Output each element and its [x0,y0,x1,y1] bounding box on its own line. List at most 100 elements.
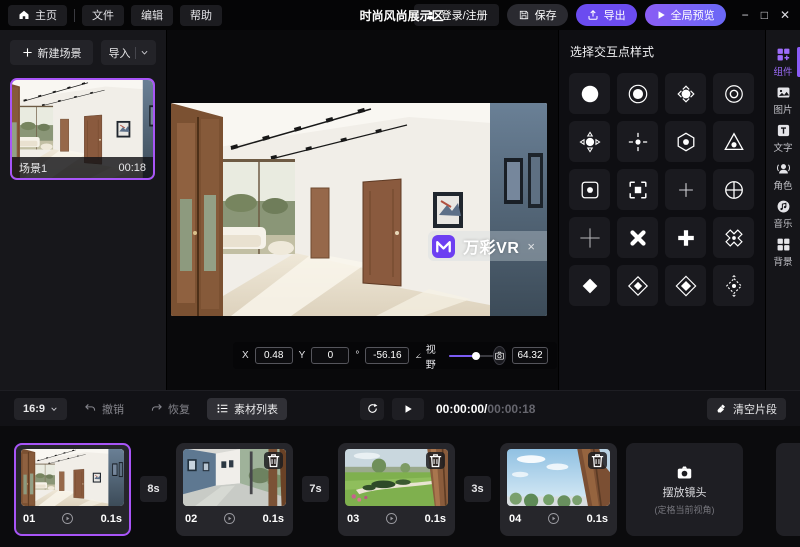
style-option-diamond-nested-large[interactable] [665,265,706,306]
clip-duration: 0.1s [587,513,608,525]
scene-panel: 新建场景 导入 场景1 00:18 [0,30,167,390]
clip-01[interactable]: 01 0.1s [14,443,131,536]
redo-icon [150,402,163,415]
new-scene-button[interactable]: 新建场景 [10,40,93,65]
trash-icon [426,452,445,469]
menu-home[interactable]: 主页 [8,5,67,26]
style-option-x-outline-dot[interactable] [713,217,754,258]
vr-preview-image [171,103,547,316]
sidebar-item-character[interactable]: 角色 [766,157,800,195]
menu-help[interactable]: 帮助 [180,5,222,26]
sidebar-item-components[interactable]: 组件 [766,43,800,81]
clip-id: 02 [185,513,197,525]
sidebar-item-music[interactable]: 音乐 [766,195,800,233]
clip-02[interactable]: 02 0.1s [176,443,293,536]
x-bold-icon [627,227,649,249]
window-controls: − □ ✕ [742,8,790,22]
style-option-dot-filled[interactable] [569,73,610,114]
gap-duration-2[interactable]: 7s [302,476,329,502]
sidebar-item-text[interactable]: 文字 [766,119,800,157]
place-camera-button[interactable]: 摆放镜头 (定格当前视角) [626,443,743,536]
minimize-button[interactable]: − [742,8,749,22]
play-button[interactable] [392,398,424,420]
fov-input[interactable] [512,347,548,364]
maximize-button[interactable]: □ [761,8,768,22]
scene-thumbnail-1[interactable]: 场景1 00:18 [10,78,155,180]
import-button[interactable]: 导入 [101,40,156,65]
delete-clip-button[interactable] [426,452,445,469]
style-option-diamond-filled[interactable] [569,265,610,306]
global-preview-button[interactable]: 全局预览 [645,4,726,26]
sidebar-item-background[interactable]: 背景 [766,233,800,271]
aspect-ratio-button[interactable]: 16:9 [14,398,67,420]
loop-button[interactable] [360,398,384,420]
clear-clips-button[interactable]: 清空片段 [707,398,786,420]
clip-03[interactable]: 03 0.1s [338,443,455,536]
fov-slider[interactable] [449,349,493,363]
play-circle-icon[interactable] [546,511,561,526]
play-circle-icon[interactable] [60,511,75,526]
save-button[interactable]: 保存 [507,4,568,26]
timecode-total: 00:00:18 [487,402,535,416]
style-option-dot-dashed-cross[interactable] [617,121,658,162]
play-icon [656,10,666,20]
camera-icon [494,350,505,361]
watermark-close-icon[interactable]: × [527,239,535,254]
cross-thin-icon [675,179,697,201]
export-button[interactable]: 导出 [576,4,637,26]
style-option-dot-triangles[interactable] [569,121,610,162]
gap-duration-3[interactable]: 3s [464,476,491,502]
close-button[interactable]: ✕ [780,8,790,22]
style-option-circle-cross[interactable] [713,169,754,210]
brackets-square-icon [627,179,649,201]
style-option-diamond-dashed-dot[interactable] [713,265,754,306]
style-option-dot-chevrons[interactable] [665,73,706,114]
clip-03-thumbnail [345,449,448,506]
clip-01-thumbnail [21,449,124,506]
style-option-cross-thin-large[interactable] [569,217,610,258]
angle-icon [415,350,422,361]
y-input[interactable] [311,347,349,364]
delete-clip-button[interactable] [264,452,283,469]
style-option-cross-thin[interactable] [665,169,706,210]
rotation-input[interactable] [365,347,409,364]
diamond-dashed-dot-icon [723,275,745,297]
gap-duration-1[interactable]: 8s [140,476,167,502]
menu-file[interactable]: 文件 [82,5,124,26]
loop-icon [366,402,379,415]
style-option-ring-dot[interactable] [713,73,754,114]
sidebar-item-image[interactable]: 图片 [766,81,800,119]
camera-snapshot-button[interactable] [493,346,506,365]
clip-04[interactable]: 04 0.1s [500,443,617,536]
fov-slider-thumb[interactable] [472,352,480,360]
style-option-diamond-nested[interactable] [617,265,658,306]
clip-02-thumbnail [183,449,286,506]
style-option-dot-ring[interactable] [617,73,658,114]
style-option-plus-bold[interactable] [665,217,706,258]
style-option-hexagon-dot[interactable] [665,121,706,162]
hexagon-dot-icon [675,131,697,153]
clip-id: 03 [347,513,359,525]
undo-button[interactable]: 撤销 [75,398,133,420]
vr-preview[interactable]: 万彩VR × [171,103,547,316]
play-circle-icon[interactable] [222,511,237,526]
style-option-square-dot[interactable] [569,169,610,210]
dot-chevrons-icon [675,83,697,105]
menu-edit[interactable]: 编辑 [131,5,173,26]
camera-coordinate-bar: X Y ° 视野 [233,342,557,369]
delete-clip-button[interactable] [588,452,607,469]
style-option-brackets-square[interactable] [617,169,658,210]
upload-icon [587,9,599,21]
x-input[interactable] [255,347,293,364]
style-option-x-bold[interactable] [617,217,658,258]
scene-duration: 00:18 [118,162,146,174]
dot-ring-icon [627,83,649,105]
timecode-current: 00:00:00 [436,402,484,416]
material-list-button[interactable]: 素材列表 [207,398,287,420]
redo-button[interactable]: 恢复 [141,398,199,420]
fov-label: 视野 [415,341,439,371]
clip-id: 01 [23,513,35,525]
style-option-triangle-dot[interactable] [713,121,754,162]
play-circle-icon[interactable] [384,511,399,526]
clip-id: 04 [509,513,521,525]
